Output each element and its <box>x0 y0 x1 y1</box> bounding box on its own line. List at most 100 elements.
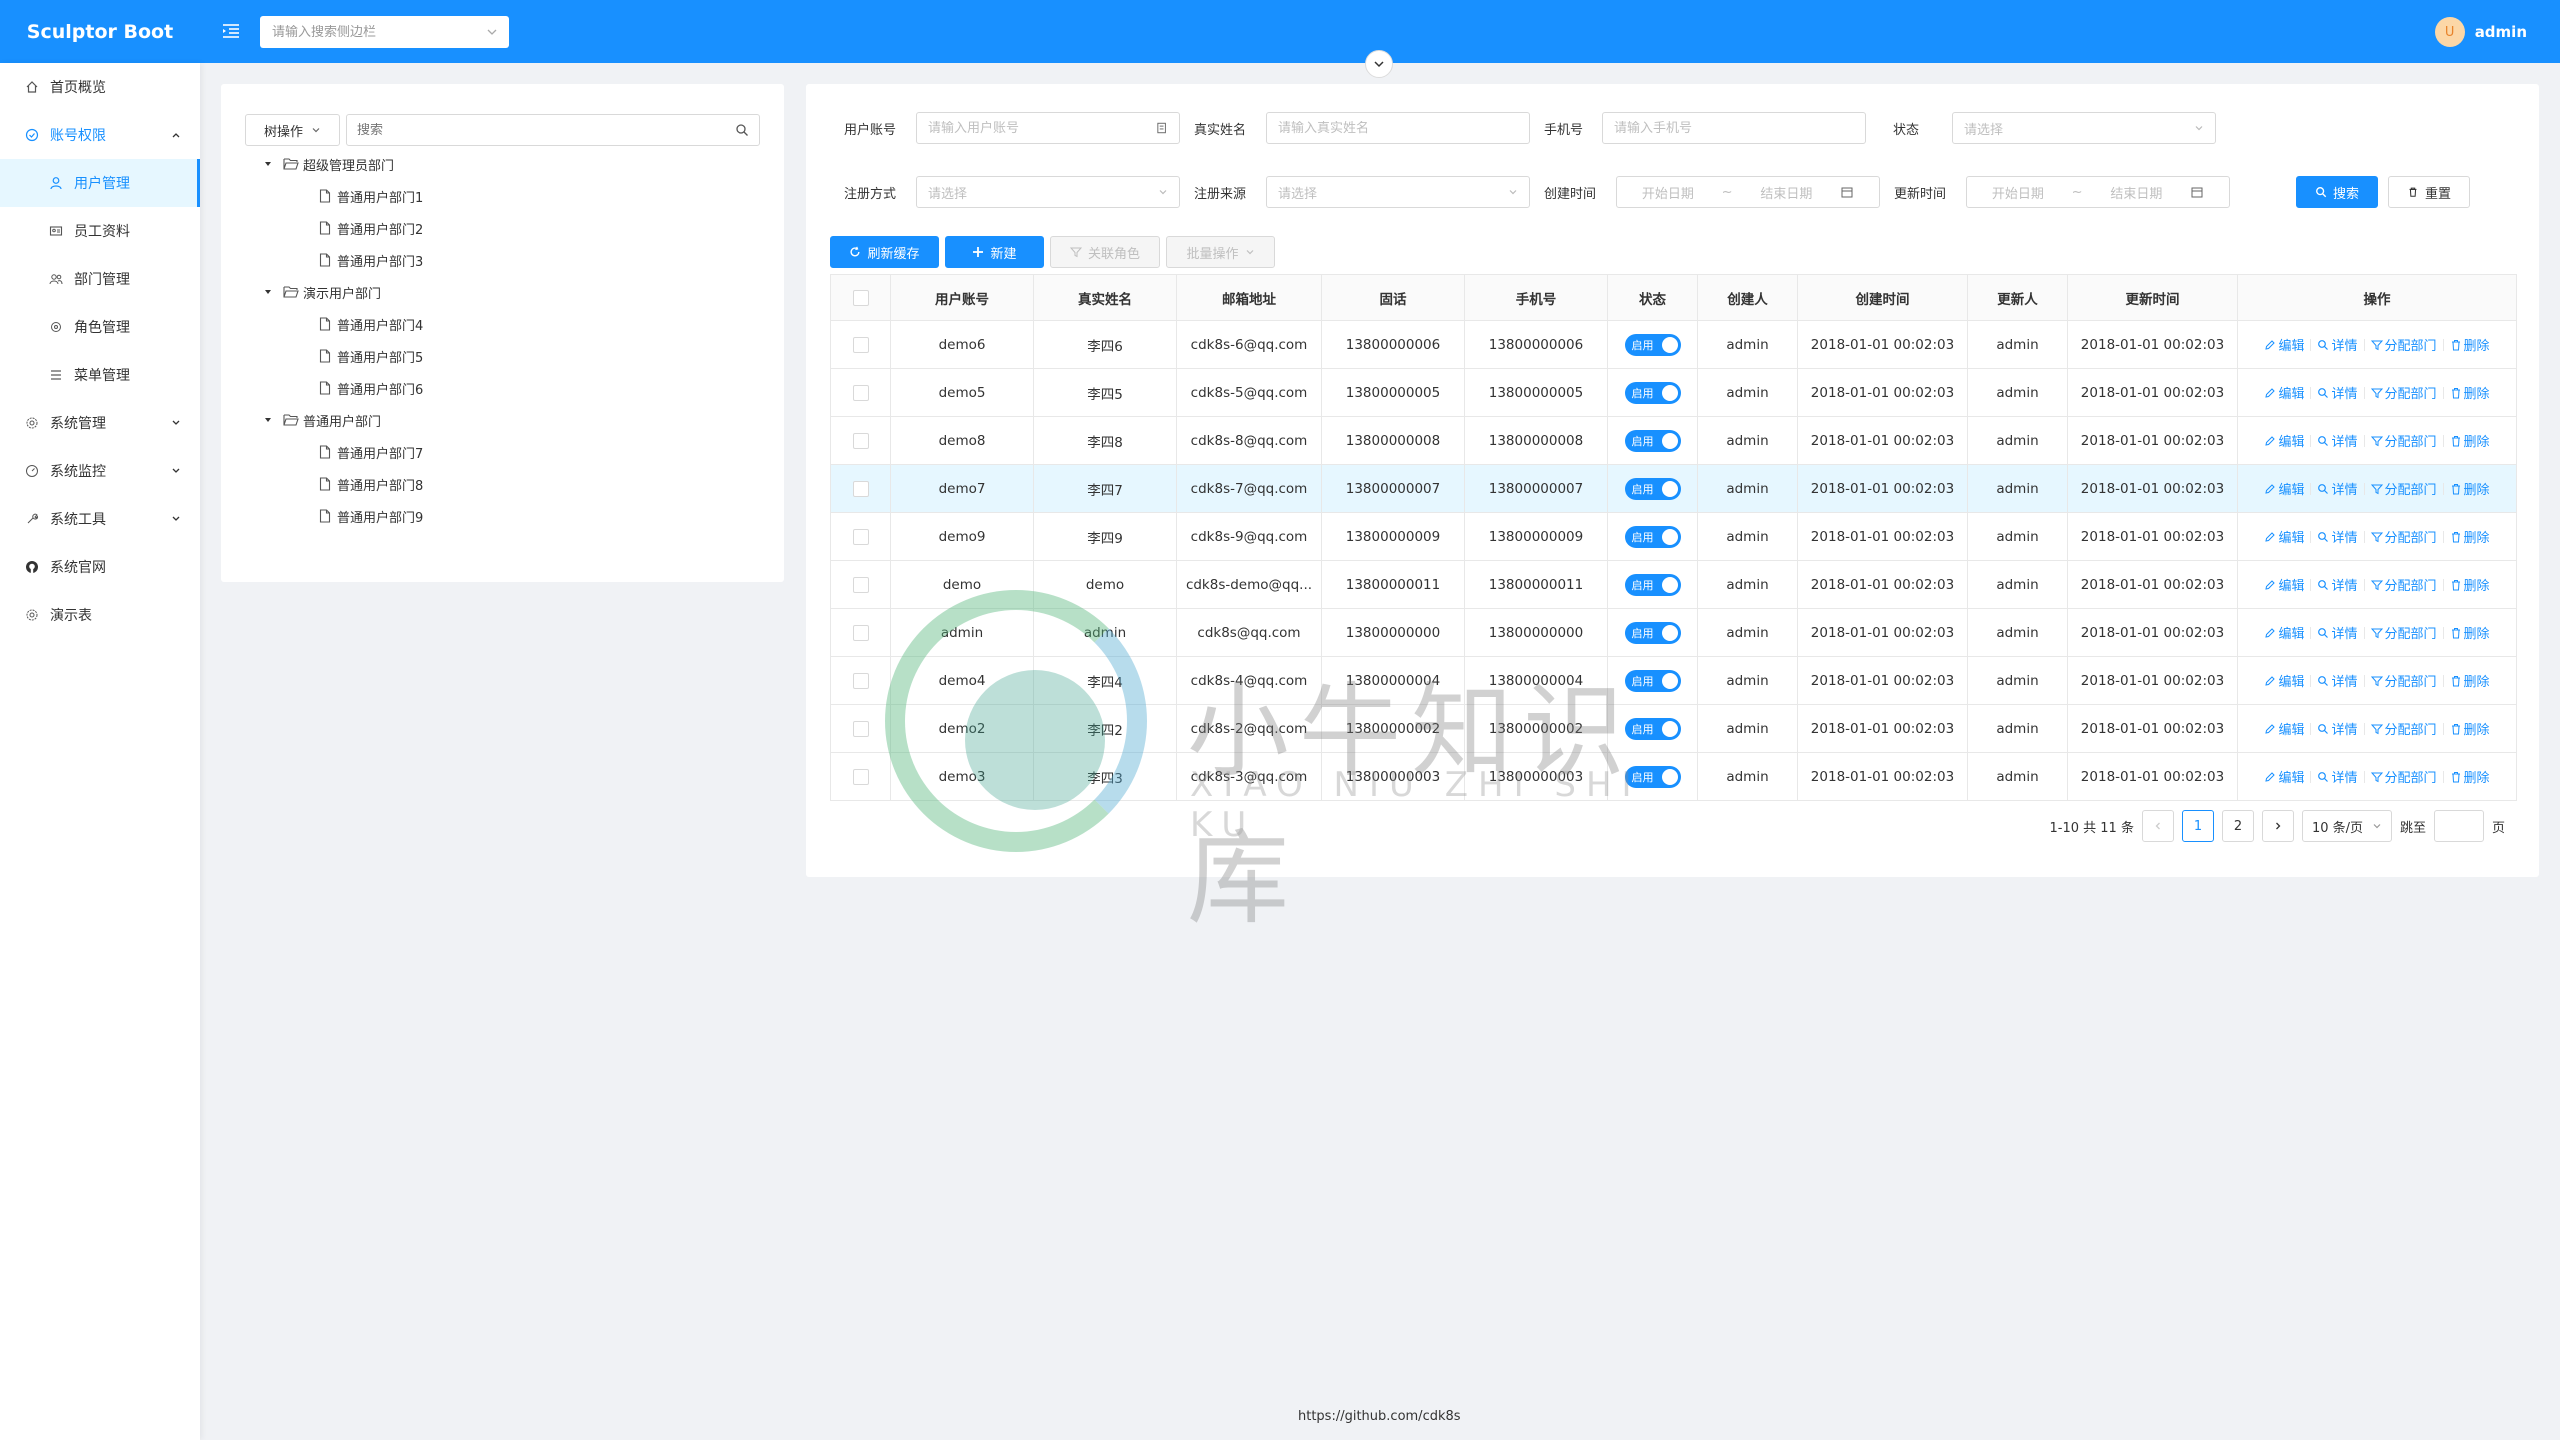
status-switch[interactable]: 启用 <box>1624 333 1681 356</box>
row-select-cell[interactable] <box>830 752 891 801</box>
caret-down-icon[interactable] <box>261 157 275 171</box>
new-button[interactable]: 新建 <box>945 236 1044 268</box>
row-select-cell[interactable] <box>830 368 891 417</box>
tree-node-leaf[interactable]: 普通用户部门4 <box>317 310 423 338</box>
assign-dept-button[interactable]: 分配部门 <box>2370 383 2437 402</box>
assign-dept-button[interactable]: 分配部门 <box>2370 431 2437 450</box>
edit-button[interactable]: 编辑 <box>2264 767 2304 786</box>
row-checkbox[interactable] <box>852 528 869 545</box>
search-icon[interactable] <box>735 123 749 137</box>
account-field[interactable] <box>916 112 1180 144</box>
row-checkbox[interactable] <box>852 576 869 593</box>
status-switch[interactable]: 启用 <box>1624 429 1681 452</box>
real-name-input[interactable] <box>1278 120 1518 136</box>
status-switch[interactable]: 启用 <box>1624 477 1681 500</box>
update-time-range[interactable]: 开始日期 ~ 结束日期 <box>1966 176 2230 208</box>
tree-node-leaf[interactable]: 普通用户部门2 <box>317 214 423 242</box>
edit-button[interactable]: 编辑 <box>2264 527 2304 546</box>
tree-node-leaf[interactable]: 普通用户部门8 <box>317 470 423 498</box>
sidebar-item-dept-management[interactable]: 部门管理 <box>0 255 200 303</box>
phone-input[interactable] <box>1614 120 1854 136</box>
sidebar-item-account-permission[interactable]: 账号权限 <box>0 111 200 159</box>
user-menu[interactable]: U admin <box>2434 17 2527 47</box>
tree-node-parent[interactable]: 演示用户部门 <box>261 278 381 306</box>
tree-node-leaf[interactable]: 普通用户部门9 <box>317 502 423 530</box>
column-header[interactable]: 更新人 <box>1967 274 2068 321</box>
column-header[interactable]: 创建人 <box>1697 274 1798 321</box>
sidebar-item-system-monitor[interactable]: 系统监控 <box>0 447 200 495</box>
reset-button[interactable]: 重置 <box>2388 176 2470 208</box>
delete-button[interactable]: 删除 <box>2450 575 2490 594</box>
status-switch[interactable]: 启用 <box>1624 669 1681 692</box>
assign-dept-button[interactable]: 分配部门 <box>2370 527 2437 546</box>
tree-search-input[interactable] <box>357 122 717 138</box>
real-name-field[interactable] <box>1266 112 1530 144</box>
column-header[interactable]: 真实姓名 <box>1033 274 1177 321</box>
row-select-cell[interactable] <box>830 656 891 705</box>
sidebar-item-staff-profile[interactable]: 员工资料 <box>0 207 200 255</box>
row-checkbox[interactable] <box>852 672 869 689</box>
detail-button[interactable]: 详情 <box>2317 767 2358 786</box>
edit-button[interactable]: 编辑 <box>2264 575 2304 594</box>
sidebar-item-role-management[interactable]: 角色管理 <box>0 303 200 351</box>
assign-dept-button[interactable]: 分配部门 <box>2370 671 2437 690</box>
sidebar-item-official-site[interactable]: 系统官网 <box>0 543 200 591</box>
create-start-date[interactable]: 开始日期 <box>1642 183 1694 202</box>
account-input[interactable] <box>928 120 1155 136</box>
sidebar-item-demo-table[interactable]: 演示表 <box>0 591 200 639</box>
row-checkbox[interactable] <box>852 768 869 785</box>
prev-page-button[interactable] <box>2141 810 2174 842</box>
row-checkbox[interactable] <box>852 480 869 497</box>
tree-operation-dropdown[interactable]: 树操作 <box>245 114 340 146</box>
menu-fold-icon[interactable] <box>220 20 242 42</box>
tree-node-parent[interactable]: 普通用户部门 <box>261 406 381 434</box>
update-start-date[interactable]: 开始日期 <box>1992 183 2044 202</box>
page-size-select[interactable]: 10 条/页 <box>2301 810 2392 842</box>
detail-button[interactable]: 详情 <box>2317 383 2358 402</box>
edit-button[interactable]: 编辑 <box>2264 383 2304 402</box>
detail-button[interactable]: 详情 <box>2317 431 2358 450</box>
row-checkbox[interactable] <box>852 384 869 401</box>
table-row[interactable]: demo3 李四3 cdk8s-3@qq.com 13800000003 1380000… <box>830 752 2517 801</box>
jump-page-input[interactable] <box>2433 810 2484 842</box>
menu-search-select[interactable] <box>260 16 509 48</box>
select-all-checkbox[interactable] <box>852 289 869 306</box>
assign-dept-button[interactable]: 分配部门 <box>2370 719 2437 738</box>
table-row[interactable]: demo2 李四2 cdk8s-2@qq.com 13800000002 1380000… <box>830 704 2517 753</box>
delete-button[interactable]: 删除 <box>2450 383 2490 402</box>
tree-node-leaf[interactable]: 普通用户部门7 <box>317 438 423 466</box>
detail-button[interactable]: 详情 <box>2317 575 2358 594</box>
column-header[interactable]: 更新时间 <box>2067 274 2238 321</box>
delete-button[interactable]: 删除 <box>2450 767 2490 786</box>
edit-button[interactable]: 编辑 <box>2264 431 2304 450</box>
tree-node-leaf[interactable]: 普通用户部门3 <box>317 246 423 274</box>
header-collapse-button[interactable] <box>1365 50 1393 78</box>
table-row[interactable]: admin admin cdk8s@qq.com 13800000000 1380000… <box>830 608 2517 657</box>
assign-dept-button[interactable]: 分配部门 <box>2370 767 2437 786</box>
column-header[interactable]: 手机号 <box>1464 274 1608 321</box>
edit-button[interactable]: 编辑 <box>2264 623 2304 642</box>
sidebar-item-system-management[interactable]: 系统管理 <box>0 399 200 447</box>
detail-button[interactable]: 详情 <box>2317 479 2358 498</box>
column-header[interactable]: 状态 <box>1607 274 1698 321</box>
status-switch[interactable]: 启用 <box>1624 573 1681 596</box>
row-select-cell[interactable] <box>830 464 891 513</box>
next-page-button[interactable] <box>2261 810 2294 842</box>
edit-button[interactable]: 编辑 <box>2264 335 2304 354</box>
column-header[interactable]: 创建时间 <box>1797 274 1968 321</box>
register-way-select[interactable]: 请选择 <box>916 176 1180 208</box>
column-header[interactable]: 用户账号 <box>890 274 1034 321</box>
delete-button[interactable]: 删除 <box>2450 527 2490 546</box>
caret-down-icon[interactable] <box>261 413 275 427</box>
row-select-cell[interactable] <box>830 320 891 369</box>
delete-button[interactable]: 删除 <box>2450 431 2490 450</box>
sidebar-item-menu-management[interactable]: 菜单管理 <box>0 351 200 399</box>
tree-node-leaf[interactable]: 普通用户部门5 <box>317 342 423 370</box>
row-checkbox[interactable] <box>852 720 869 737</box>
sidebar-item-system-tools[interactable]: 系统工具 <box>0 495 200 543</box>
status-switch[interactable]: 启用 <box>1624 621 1681 644</box>
delete-button[interactable]: 删除 <box>2450 719 2490 738</box>
status-switch[interactable]: 启用 <box>1624 717 1681 740</box>
row-select-cell[interactable] <box>830 704 891 753</box>
sidebar-item-user-management[interactable]: 用户管理 <box>0 159 200 207</box>
